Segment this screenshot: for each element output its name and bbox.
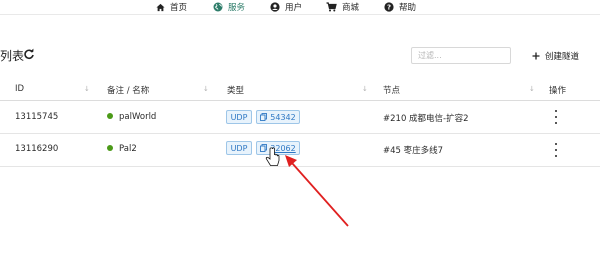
- protocol-badge: UDP: [226, 141, 252, 155]
- column-header-name[interactable]: 备注 / 名称: [107, 84, 149, 96]
- tunnel-id: 13116290: [15, 144, 59, 154]
- nav-item-home[interactable]: 首页: [156, 1, 187, 13]
- tunnel-name: Pal2: [107, 144, 137, 154]
- page-title: 列表: [0, 49, 25, 63]
- column-header-node[interactable]: 节点: [383, 84, 400, 96]
- top-nav: 首页 服务 用户 商城 ? 帮助: [0, 0, 600, 15]
- tunnel-name: palWorld: [107, 112, 156, 122]
- node-name: #45 枣庄多线7: [383, 146, 444, 156]
- create-tunnel-button[interactable]: 创建隧道: [532, 48, 579, 63]
- more-actions-icon[interactable]: [553, 143, 559, 157]
- table-row: 13116290 Pal2 UDP 32062 #45 枣庄多线7: [0, 134, 600, 167]
- protocol-badge: UDP: [226, 110, 252, 124]
- sort-arrow-icon[interactable]: ↓: [203, 85, 209, 93]
- copy-icon: [260, 113, 268, 121]
- column-header-id[interactable]: ID: [15, 84, 24, 94]
- status-online-dot: [107, 144, 113, 151]
- more-actions-icon[interactable]: [553, 110, 559, 124]
- sort-arrow-icon[interactable]: ↓: [529, 85, 535, 93]
- nav-item-help[interactable]: ? 帮助: [384, 1, 416, 13]
- tunnel-id: 13115745: [15, 112, 59, 122]
- nav-label: 首页: [170, 3, 188, 13]
- column-header-actions: 操作: [549, 86, 567, 96]
- copy-port-button[interactable]: 54342: [256, 110, 300, 124]
- status-online-dot: [107, 112, 113, 119]
- home-icon: [156, 3, 165, 11]
- refresh-icon[interactable]: [23, 48, 35, 60]
- table-header: ID ↓ 备注 / 名称 ↓ 类型 ↓ 节点 ↓ 操作: [0, 75, 600, 101]
- plus-icon: [532, 52, 540, 59]
- create-tunnel-label: 创建隧道: [545, 51, 580, 62]
- port-number: 32062: [270, 143, 296, 153]
- table-row: 13115745 palWorld UDP 54342 #210 成都电信-扩容…: [0, 101, 600, 134]
- node-name: #210 成都电信-扩容2: [383, 114, 469, 124]
- nav-label: 商城: [342, 3, 360, 13]
- svg-text:?: ?: [387, 4, 391, 12]
- port-number: 54342: [270, 112, 296, 122]
- nav-item-user[interactable]: 用户: [270, 1, 302, 13]
- globe-icon: [213, 2, 223, 12]
- nav-item-shop[interactable]: 商城: [326, 1, 359, 13]
- copy-icon: [260, 144, 268, 152]
- nav-label: 服务: [228, 3, 246, 13]
- sort-arrow-icon[interactable]: ↓: [84, 85, 90, 93]
- tunnel-name-text: Pal2: [119, 144, 137, 154]
- user-icon: [270, 2, 280, 12]
- help-icon: ?: [384, 2, 394, 12]
- copy-port-button[interactable]: 32062: [256, 141, 300, 155]
- cart-icon: [326, 2, 337, 12]
- filter-input[interactable]: [411, 47, 511, 64]
- tunnel-name-text: palWorld: [119, 112, 157, 122]
- sort-arrow-icon[interactable]: ↓: [362, 85, 368, 93]
- nav-item-service[interactable]: 服务: [213, 1, 245, 13]
- column-header-type[interactable]: 类型: [227, 84, 244, 96]
- nav-label: 帮助: [399, 3, 417, 13]
- nav-label: 用户: [285, 3, 303, 13]
